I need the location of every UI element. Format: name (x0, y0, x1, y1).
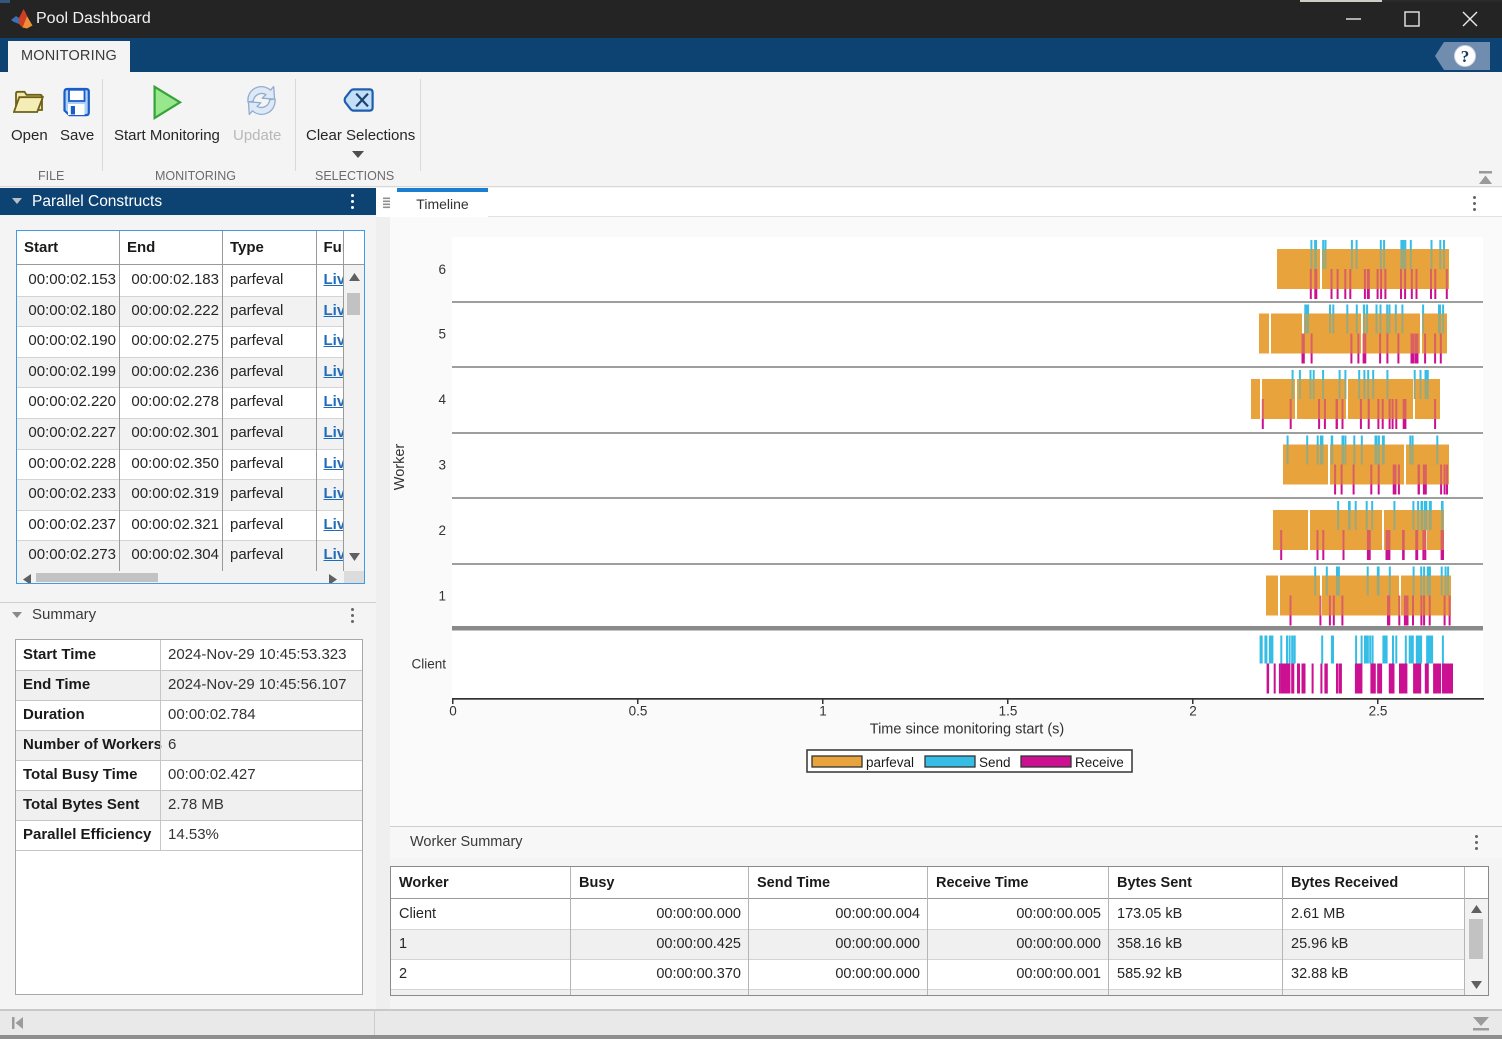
svg-text:2: 2 (438, 523, 446, 538)
svg-text:Worker: Worker (392, 444, 408, 491)
svg-text:3: 3 (438, 458, 446, 473)
svg-text:0.5: 0.5 (629, 704, 648, 719)
svg-text:2: 2 (1189, 704, 1197, 719)
svg-text:?: ? (1461, 47, 1470, 66)
svg-text:Receive: Receive (1075, 755, 1124, 770)
svg-text:5: 5 (438, 327, 446, 342)
svg-text:Client: Client (411, 657, 446, 672)
svg-text:Time since monitoring start (s: Time since monitoring start (s) (870, 722, 1064, 738)
svg-text:2.5: 2.5 (1369, 704, 1388, 719)
svg-text:4: 4 (438, 392, 446, 407)
svg-text:1.5: 1.5 (999, 704, 1018, 719)
svg-text:Send: Send (979, 755, 1011, 770)
svg-text:1: 1 (438, 589, 446, 604)
svg-text:1: 1 (819, 704, 827, 719)
svg-text:0: 0 (449, 704, 457, 719)
svg-text:parfeval: parfeval (866, 755, 914, 770)
svg-text:6: 6 (438, 262, 446, 277)
